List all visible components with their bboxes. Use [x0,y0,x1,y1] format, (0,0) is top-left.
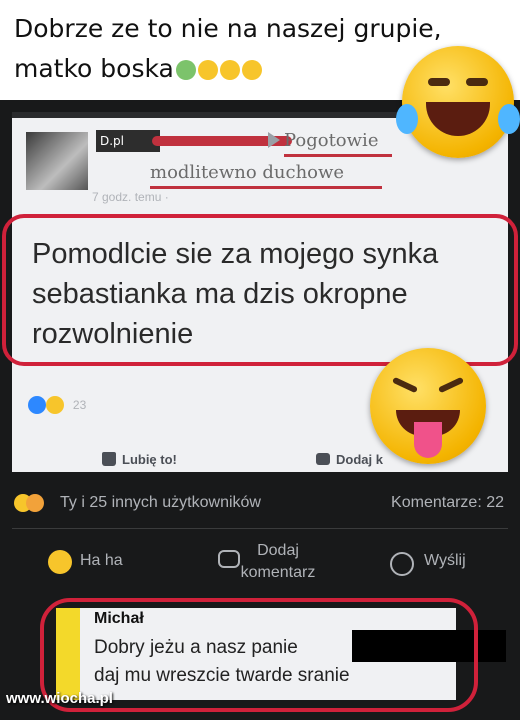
add-comment-line-2: komentarz [240,564,316,581]
grin-icon [197,60,218,80]
laughing-icon [219,60,240,80]
commenter-avatar[interactable] [56,608,80,700]
thumbs-up-icon [102,452,116,466]
red-underline [150,186,382,189]
laughing-crying-icon [396,46,520,158]
like-label: Lubię to! [122,452,177,467]
caption-line-1: Dobrze ze to nie na naszej grupie, [14,14,442,43]
haha-button[interactable]: Ha ha [80,552,123,570]
post-text: Pomodlcie sie za mojego synka sebastiank… [32,238,439,350]
haha-icon [48,550,72,574]
haha-reaction-icon [26,494,44,512]
divider [12,528,508,529]
messenger-icon [390,552,414,576]
caption-line-2: matko boska [14,54,262,83]
avatar[interactable] [26,132,88,190]
person-raising-hands-icon [175,60,196,80]
post-time: 7 godz. temu · [92,190,169,204]
comment-icon [316,453,330,465]
add-comment-line-1: Dodaj [257,542,299,559]
like-reaction-icon [28,396,46,414]
reactions-count-text[interactable]: Ty i 25 innych użytkowników [60,494,261,512]
comment-text-line-2: daj mu wreszcie twarde sranie [94,665,350,686]
group-name-line-2[interactable]: modlitewno duchowe [150,162,344,183]
red-underline [284,154,392,157]
redaction-block [462,630,506,662]
like-button[interactable]: Lubię to! [102,452,177,467]
group-name-line-1[interactable]: Pogotowie [284,130,378,151]
sad-reaction-icon [46,396,65,414]
comment-author[interactable]: Michał [94,610,144,628]
arrow-right-icon [268,132,280,148]
laughing-icon [241,60,262,80]
reaction-count: 23 [72,398,87,412]
reaction-icons [14,494,44,512]
tongue-out-wink-icon [370,348,486,464]
comment-button[interactable]: Dodaj k [316,452,383,467]
watermark: www.wiocha.pl [6,690,113,707]
comments-count-text[interactable]: Komentarze: 22 [391,494,504,512]
redaction-block [352,630,462,662]
comment-label: Dodaj k [336,452,383,467]
caption-line-2-text: matko boska [14,54,174,83]
add-comment-button[interactable]: Dodaj komentarz [228,540,328,584]
send-button[interactable]: Wyślij [424,552,466,570]
reaction-summary[interactable]: 23 [28,396,86,418]
author-tag[interactable]: D.pl [96,130,160,152]
